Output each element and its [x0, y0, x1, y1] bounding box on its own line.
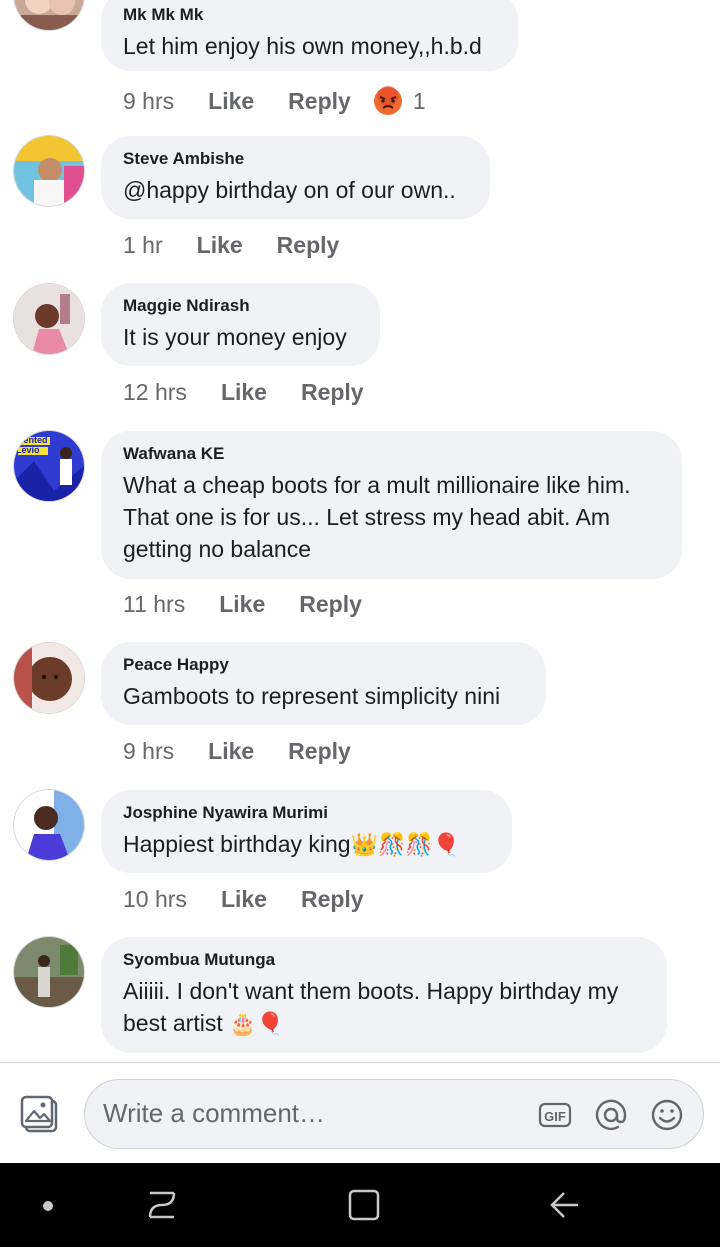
gif-icon[interactable]: GIF — [538, 1098, 572, 1132]
comment-input[interactable]: Write a comment… GIF — [84, 1079, 704, 1149]
comment-text: @happy birthday on of our own.. — [123, 177, 456, 203]
emoji-sequence: 👑🎊🎊🎈 — [350, 832, 461, 857]
comments-screen: Mk Mk Mk Let him enjoy his own money,,h.… — [0, 0, 720, 1247]
comment-text: Gamboots to represent simplicity nini — [123, 683, 501, 709]
comment-actions: 10 hrs Like Reply — [123, 886, 364, 913]
comment-input-placeholder: Write a comment… — [103, 1098, 326, 1128]
recents-icon[interactable] — [142, 1185, 182, 1225]
home-icon[interactable] — [344, 1185, 384, 1225]
comment-text: It is your money enjoy — [123, 324, 347, 350]
comment-author[interactable]: Peace Happy — [123, 654, 524, 676]
comment-actions: 9 hrs Like Reply 1 — [123, 84, 426, 118]
avatar[interactable] — [14, 284, 84, 354]
comment-bubble[interactable]: Wafwana KE What a cheap boots for a mult… — [101, 431, 682, 579]
comment-actions: 11 hrs Like Reply — [123, 591, 362, 618]
reply-button[interactable]: Reply — [299, 591, 362, 618]
avatar-caption: alented Levio — [16, 435, 48, 455]
like-button[interactable]: Like — [208, 88, 254, 115]
comment-text: Let him enjoy his own money,,h.b.d — [123, 33, 482, 59]
emoji-icon[interactable] — [650, 1098, 684, 1132]
comment-text-body: Aiiiii. I don't want them boots. Happy b… — [123, 978, 619, 1036]
svg-text:GIF: GIF — [544, 1109, 566, 1124]
comment-author[interactable]: Syombua Mutunga — [123, 949, 645, 971]
comment-author[interactable]: Josphine Nyawira Murimi — [123, 802, 490, 824]
reply-button[interactable]: Reply — [277, 232, 340, 259]
mention-icon[interactable] — [594, 1098, 628, 1132]
comment-time[interactable]: 11 hrs — [123, 591, 185, 618]
comment-bubble[interactable]: Maggie Ndirash It is your money enjoy — [101, 283, 380, 366]
comment-time[interactable]: 9 hrs — [123, 738, 174, 765]
comment-time[interactable]: 12 hrs — [123, 379, 187, 406]
comment-time[interactable]: 1 hr — [123, 232, 163, 259]
comment-time[interactable]: 9 hrs — [123, 88, 174, 115]
avatar[interactable] — [14, 0, 84, 30]
reaction-count[interactable]: 1 — [413, 88, 426, 115]
like-button[interactable]: Like — [221, 379, 267, 406]
comment-bubble[interactable]: Syombua Mutunga Aiiiii. I don't want the… — [101, 937, 667, 1053]
like-button[interactable]: Like — [197, 232, 243, 259]
comment-bubble[interactable]: Mk Mk Mk Let him enjoy his own money,,h.… — [101, 0, 518, 71]
comment-actions: 12 hrs Like Reply — [123, 379, 364, 406]
comment-actions: 1 hr Like Reply — [123, 232, 339, 259]
like-button[interactable]: Like — [208, 738, 254, 765]
like-button[interactable]: Like — [219, 591, 265, 618]
comment-text: Happiest birthday king👑🎊🎊🎈 — [123, 828, 490, 861]
comment-bubble[interactable]: Peace Happy Gamboots to represent simpli… — [101, 642, 546, 725]
comment-actions: 9 hrs Like Reply — [123, 738, 351, 765]
comment-time[interactable]: 10 hrs — [123, 886, 187, 913]
avatar[interactable]: alented Levio — [14, 431, 84, 501]
comment-text-body: Happiest birthday king — [123, 831, 351, 857]
comment-author[interactable]: Steve Ambishe — [123, 148, 468, 170]
comment-list: Mk Mk Mk Let him enjoy his own money,,h.… — [0, 0, 720, 1062]
comment-author[interactable]: Wafwana KE — [123, 443, 660, 465]
avatar[interactable] — [14, 937, 84, 1007]
comment-composer: Write a comment… GIF — [0, 1062, 720, 1164]
comment-author[interactable]: Maggie Ndirash — [123, 295, 358, 317]
angry-reaction-icon[interactable] — [371, 84, 405, 118]
dot-icon[interactable] — [28, 1185, 68, 1225]
avatar[interactable] — [14, 790, 84, 860]
comment-text: Aiiiii. I don't want them boots. Happy b… — [123, 975, 645, 1040]
reply-button[interactable]: Reply — [301, 379, 364, 406]
reply-button[interactable]: Reply — [301, 886, 364, 913]
back-icon[interactable] — [546, 1185, 586, 1225]
reply-button[interactable]: Reply — [288, 738, 351, 765]
comment-author[interactable]: Mk Mk Mk — [123, 4, 496, 26]
reply-button[interactable]: Reply — [288, 88, 351, 115]
comment-bubble[interactable]: Steve Ambishe @happy birthday on of our … — [101, 136, 490, 219]
avatar[interactable] — [14, 136, 84, 206]
like-button[interactable]: Like — [221, 886, 267, 913]
emoji-sequence: 🎂🎈 — [229, 1011, 284, 1036]
comment-bubble[interactable]: Josphine Nyawira Murimi Happiest birthda… — [101, 790, 512, 873]
comment-text: What a cheap boots for a mult millionair… — [123, 472, 631, 562]
system-nav-bar — [0, 1163, 720, 1247]
avatar[interactable] — [14, 643, 84, 713]
photo-icon[interactable] — [20, 1093, 62, 1135]
